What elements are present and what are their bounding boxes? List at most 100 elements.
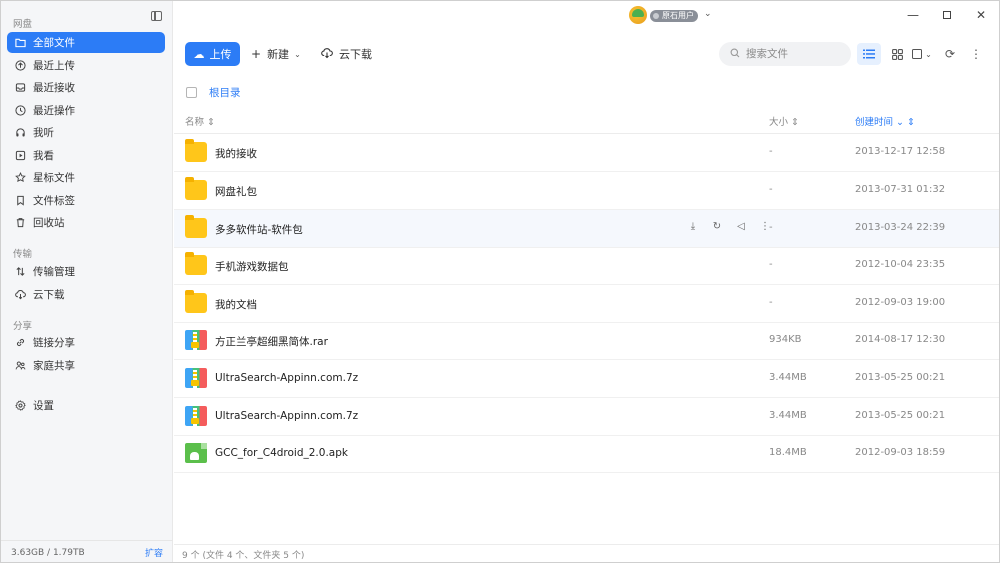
file-date: 2012-10-04 23:35 — [855, 259, 946, 270]
plus-icon: + — [251, 47, 262, 61]
column-created[interactable]: 创建时间 ⌄ ⇕ — [855, 114, 915, 128]
sidebar-item-label: 设置 — [33, 400, 54, 412]
cloud-download-button[interactable]: 云下载 — [321, 42, 372, 66]
sidebar-item-cloud-download[interactable]: 云下载 — [7, 284, 165, 305]
link-icon — [15, 337, 26, 348]
expand-storage-link[interactable]: 扩容 — [145, 546, 163, 559]
sidebar-item-label: 最近接收 — [33, 82, 75, 94]
file-name: 我的接收 — [215, 148, 257, 160]
more-icon[interactable]: ⋮ — [964, 43, 988, 65]
sidebar-item-watch[interactable]: 我看 — [7, 145, 165, 166]
sidebar-item-link-share[interactable]: 链接分享 — [7, 332, 165, 353]
avatar[interactable] — [629, 6, 647, 24]
user-badge: 原石用户 — [650, 10, 698, 22]
upload-label: 上传 — [209, 48, 232, 61]
table-row[interactable]: GCC_for_C4droid_2.0.apk 18.4MB 2012-09-0… — [174, 435, 999, 473]
storage-usage: 3.63GB / 1.79TB — [11, 547, 85, 558]
sort-icon: ⇕ — [791, 117, 800, 128]
select-mode-dropdown[interactable]: ⌄ — [909, 43, 935, 65]
upload-button[interactable]: ☁ 上传 — [185, 42, 240, 66]
minimize-icon[interactable]: — — [906, 8, 920, 22]
folder-icon — [15, 37, 26, 48]
table-row[interactable]: 我的接收 - 2013-12-17 12:58 — [174, 134, 999, 172]
new-button[interactable]: + 新建 ⌄ — [251, 42, 301, 66]
sidebar-item-all-files[interactable]: 全部文件 — [7, 32, 165, 53]
new-label: 新建 — [267, 48, 290, 61]
sidebar-item-recent-actions[interactable]: 最近操作 — [7, 100, 165, 121]
table-row[interactable]: 我的文档 - 2012-09-03 19:00 — [174, 285, 999, 323]
file-date: 2014-08-17 12:30 — [855, 334, 946, 345]
close-icon[interactable]: ✕ — [974, 8, 988, 22]
file-size: 3.44MB — [769, 410, 807, 421]
sidebar-item-label: 我看 — [33, 150, 54, 162]
download-icon[interactable]: ⤓ — [688, 221, 698, 232]
refresh-icon[interactable]: ⟳ — [938, 43, 962, 65]
sidebar-item-family-share[interactable]: 家庭共享 — [7, 355, 165, 376]
sidebar-item-label: 链接分享 — [33, 337, 75, 349]
table-row[interactable]: 多多软件站-软件包 ⤓ ↻ ◁ ⋮ - 2013-03-24 22:39 — [174, 210, 999, 248]
sidebar-item-label: 全部文件 — [33, 37, 75, 49]
sort-icon: ⇕ — [207, 117, 216, 128]
sidebar-item-label: 文件标签 — [33, 195, 75, 207]
play-icon — [15, 150, 26, 161]
table-row[interactable]: 方正兰亭超细黑简体.rar 934KB 2014-08-17 12:30 — [174, 322, 999, 360]
archive-icon — [185, 330, 207, 350]
headphones-icon — [15, 127, 26, 138]
folder-icon — [185, 139, 207, 162]
file-date: 2013-12-17 12:58 — [855, 146, 946, 157]
chevron-down-icon: ⌄ — [294, 49, 301, 59]
table-row[interactable]: UltraSearch-Appinn.com.7z 3.44MB 2013-05… — [174, 360, 999, 398]
table-row[interactable]: 手机游戏数据包 - 2012-10-04 23:35 — [174, 247, 999, 285]
column-name-label: 名称 — [185, 117, 205, 128]
select-all-checkbox[interactable] — [186, 87, 197, 98]
collapse-sidebar-icon[interactable] — [151, 11, 162, 21]
sidebar-item-listen[interactable]: 我听 — [7, 122, 165, 143]
family-icon — [15, 360, 26, 371]
chevron-down-icon[interactable]: ⌄ — [704, 9, 712, 19]
file-size: 3.44MB — [769, 372, 807, 383]
status-divider — [174, 544, 999, 545]
cloud-download-icon — [15, 289, 26, 300]
file-size: - — [769, 184, 773, 195]
search-box[interactable] — [719, 42, 851, 66]
file-size: - — [769, 146, 773, 157]
table-row[interactable]: UltraSearch-Appinn.com.7z 3.44MB 2013-05… — [174, 398, 999, 436]
file-name: 方正兰亭超细黑简体.rar — [215, 336, 328, 348]
sidebar-item-recycle[interactable]: 回收站 — [7, 212, 165, 233]
table-row[interactable]: 网盘礼包 - 2013-07-31 01:32 — [174, 172, 999, 210]
sidebar-item-recent-received[interactable]: 最近接收 — [7, 77, 165, 98]
sidebar-group-share: 分享 — [13, 321, 33, 332]
folder-icon — [185, 252, 207, 275]
file-date: 2013-03-24 22:39 — [855, 222, 946, 233]
sidebar-item-label: 云下载 — [33, 289, 65, 301]
file-date: 2013-07-31 01:32 — [855, 184, 946, 195]
history-icon — [15, 105, 26, 116]
sidebar-item-starred[interactable]: 星标文件 — [7, 167, 165, 188]
sidebar-item-tags[interactable]: 文件标签 — [7, 190, 165, 211]
breadcrumb[interactable]: 根目录 — [209, 85, 241, 100]
speaker-icon[interactable]: ◁ — [736, 221, 746, 232]
sidebar: 网盘 全部文件 最近上传 最近接收 最近操作 我听 我看 星标文件 文件标签 回… — [1, 1, 173, 562]
list-view-icon[interactable] — [857, 43, 881, 65]
sidebar-item-transfer[interactable]: 传输管理 — [7, 261, 165, 282]
file-name: UltraSearch-Appinn.com.7z — [215, 372, 359, 384]
cloud-download-label: 云下载 — [339, 48, 372, 61]
chevron-down-icon: ⌄ — [896, 117, 905, 128]
grid-view-icon[interactable] — [885, 43, 909, 65]
chevron-down-icon: ⌄ — [925, 49, 932, 59]
share-icon[interactable]: ↻ — [712, 221, 722, 232]
column-size[interactable]: 大小 ⇕ — [769, 114, 799, 128]
file-name: 网盘礼包 — [215, 186, 257, 198]
upload-circle-icon — [15, 60, 26, 71]
sidebar-item-label: 家庭共享 — [33, 360, 75, 372]
file-name: UltraSearch-Appinn.com.7z — [215, 410, 359, 422]
sidebar-item-settings[interactable]: 设置 — [7, 395, 165, 416]
column-name[interactable]: 名称 ⇕ — [185, 114, 215, 128]
sidebar-item-recent-upload[interactable]: 最近上传 — [7, 55, 165, 76]
maximize-icon[interactable] — [940, 8, 954, 22]
storage-footer: 3.63GB / 1.79TB 扩容 — [1, 540, 173, 562]
sidebar-item-label: 星标文件 — [33, 172, 75, 184]
column-created-label: 创建时间 — [855, 117, 894, 128]
search-input[interactable] — [746, 48, 841, 60]
file-name: 多多软件站-软件包 — [215, 224, 303, 236]
